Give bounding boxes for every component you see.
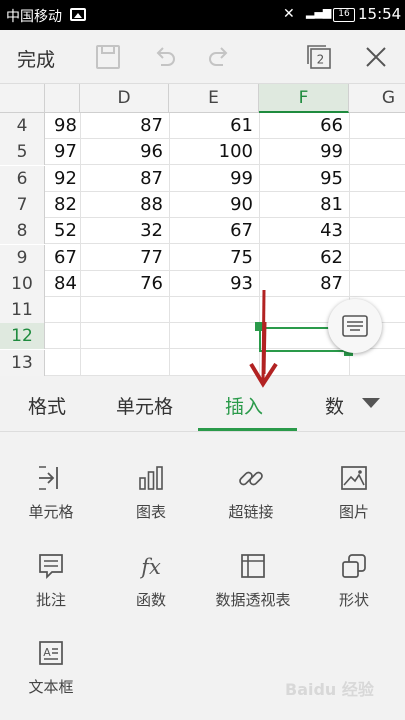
window-switch-icon[interactable]: 2 [305,43,333,71]
undo-icon[interactable] [150,43,178,71]
close-icon[interactable] [362,43,390,71]
mute-icon: ✕ [283,6,295,22]
signal-icon: ▂▄▆ [306,6,332,19]
svg-text:A: A [43,646,51,659]
insert-cell-button[interactable]: 单元格 [1,464,101,522]
insert-textbox-button[interactable]: A 文本框 [1,639,101,697]
save-icon[interactable] [94,43,122,71]
watermark: Baidu 经验 [285,680,374,699]
page-count: 2 [317,53,325,67]
keyboard-toggle-button[interactable] [328,299,382,353]
hyperlink-icon [239,471,263,486]
shape-icon [342,554,366,578]
pivot-table-icon [241,554,265,578]
spreadsheet-grid[interactable]: D E F G 4 98 87 61 66 5 97 96 100 99 6 92 87 99 95 7 82 8… [0,84,405,376]
battery-icon: 16 [333,8,355,22]
chart-icon [139,466,163,490]
picture-icon [341,466,367,490]
gallery-icon [70,8,86,21]
annotation-arrowhead [249,289,278,388]
done-button[interactable]: 完成 [17,45,55,72]
edit-toolbar: 完成 2 [0,30,405,84]
function-icon: fx [139,555,161,579]
status-bar: 中国移动 ✕ ▂▄▆ 16 15:54 [0,0,405,30]
insert-chart-button[interactable]: 图表 [101,464,201,522]
insert-pivot-table-button[interactable]: 数据透视表 [203,552,303,610]
insert-picture-button[interactable]: 图片 [304,464,404,522]
insert-function-button[interactable]: fx 函数 [101,552,201,610]
carrier-name: 中国移动 [6,9,62,25]
textbox-icon: A [39,641,63,665]
comment-icon [39,554,63,580]
insert-cell-icon [39,466,58,490]
svg-text:fx: fx [139,555,161,579]
status-time: 15:54 [358,5,402,23]
insert-hyperlink-button[interactable]: 超链接 [201,464,301,522]
insert-comment-button[interactable]: 批注 [1,552,101,610]
insert-shape-button[interactable]: 形状 [304,552,404,610]
keyboard-icon [342,315,368,337]
ribbon-tabs: 格式 单元格 插入 数 [0,289,405,432]
redo-icon[interactable] [206,43,234,71]
